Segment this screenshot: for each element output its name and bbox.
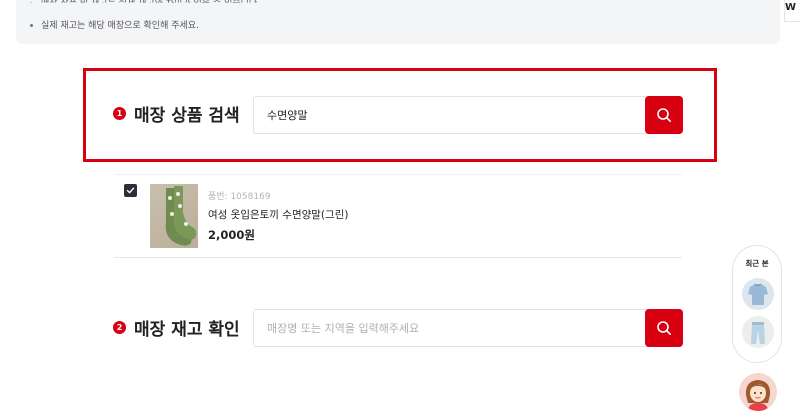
recent-viewed-panel: 최근 본 <box>732 245 782 363</box>
check-icon <box>126 187 135 194</box>
store-search-button[interactable] <box>645 309 683 347</box>
product-name[interactable]: 여성 옷입은토끼 수면양말(그린) <box>208 207 348 222</box>
recent-viewed-label: 최근 본 <box>745 259 769 268</box>
stock-check-title: 2 매장 재고 확인 <box>113 315 240 340</box>
product-thumbnail[interactable] <box>150 184 198 248</box>
notice-line-2: 실제 재고는 해당 매장으로 확인해 주세요. <box>30 18 199 31</box>
search-icon <box>657 321 671 335</box>
scroll-handle[interactable]: W <box>784 0 800 22</box>
avatar-illustration <box>739 373 777 411</box>
store-search-field[interactable] <box>253 309 683 347</box>
corner-glyph: W <box>784 2 796 13</box>
step-badge-1: 1 <box>113 107 126 120</box>
step-badge-2: 2 <box>113 321 126 334</box>
chatbot-avatar-icon[interactable] <box>739 373 777 411</box>
product-search-input[interactable] <box>267 108 627 122</box>
store-search-input[interactable] <box>267 321 627 335</box>
product-search-field[interactable] <box>253 96 683 134</box>
product-search-title: 1 매장 상품 검색 <box>113 101 240 126</box>
product-checkbox[interactable] <box>124 184 137 197</box>
product-price: 2,000원 <box>208 228 255 242</box>
sock-image <box>165 186 197 246</box>
stock-check-title-text: 매장 재고 확인 <box>134 320 240 340</box>
clothing-image <box>751 322 765 344</box>
search-icon <box>657 108 671 122</box>
notice-line-1: 매장 상품 및 재고는 실제 재고와 차이가 있을 수 있습니다. <box>30 0 260 3</box>
recent-item-2[interactable] <box>742 316 774 348</box>
product-code: 품번: 1058169 <box>208 192 271 202</box>
product-list-item[interactable]: 품번: 1058169 여성 옷입은토끼 수면양말(그린) 2,000원 <box>114 174 682 258</box>
recent-item-1[interactable] <box>742 278 774 310</box>
notice-box: 매장 상품 및 재고는 실제 재고와 차이가 있을 수 있습니다. 실제 재고는… <box>16 0 780 44</box>
product-search-title-text: 매장 상품 검색 <box>134 106 240 126</box>
clothing-image <box>748 283 768 305</box>
product-search-button[interactable] <box>645 96 683 134</box>
